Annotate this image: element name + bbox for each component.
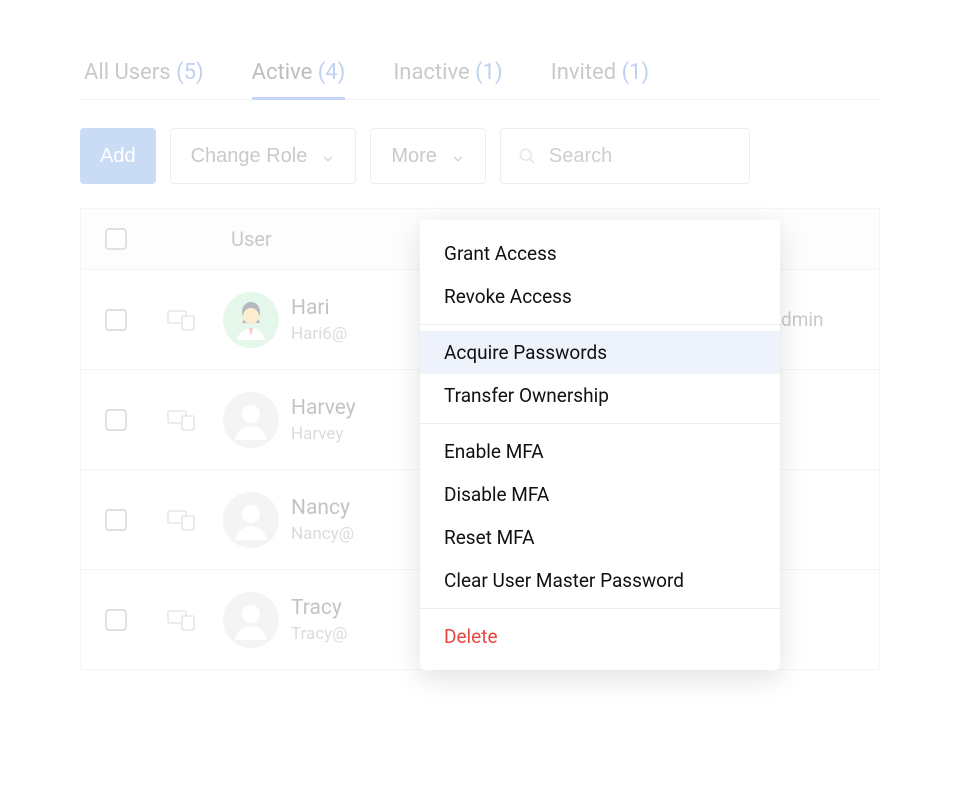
menu-separator [420, 324, 780, 325]
menu-revoke-access[interactable]: Revoke Access [420, 275, 780, 318]
user-filter-tabs: All Users (5) Active (4) Inactive (1) In… [80, 50, 880, 100]
devices-icon [151, 408, 211, 432]
devices-icon [151, 608, 211, 632]
tab-active[interactable]: Active (4) [252, 50, 346, 99]
menu-grant-access[interactable]: Grant Access [420, 232, 780, 275]
add-button[interactable]: Add [80, 128, 156, 184]
change-role-label: Change Role [191, 145, 308, 168]
tab-count: (4) [318, 60, 346, 85]
row-checkbox[interactable] [105, 609, 127, 631]
tab-label: All Users [84, 60, 171, 85]
toolbar: Add Change Role More [80, 128, 880, 184]
menu-separator [420, 608, 780, 609]
more-button[interactable]: More [370, 128, 486, 184]
menu-separator [420, 423, 780, 424]
menu-enable-mfa[interactable]: Enable MFA [420, 430, 780, 473]
devices-icon [151, 508, 211, 532]
tab-label: Invited [551, 60, 616, 85]
search-icon [517, 146, 537, 166]
tab-count: (1) [475, 60, 503, 85]
tab-label: Active [252, 60, 313, 85]
avatar [223, 392, 279, 448]
chevron-down-icon [321, 149, 335, 163]
tab-count: (1) [622, 60, 650, 85]
avatar [223, 592, 279, 648]
select-all-checkbox[interactable] [105, 228, 127, 250]
search-input[interactable] [549, 145, 719, 168]
chevron-down-icon [451, 149, 465, 163]
devices-icon [151, 308, 211, 332]
more-menu: Grant Access Revoke Access Acquire Passw… [420, 220, 780, 670]
menu-clear-master-password[interactable]: Clear User Master Password [420, 559, 780, 602]
row-checkbox[interactable] [105, 309, 127, 331]
menu-disable-mfa[interactable]: Disable MFA [420, 473, 780, 516]
tab-count: (5) [176, 60, 204, 85]
row-checkbox[interactable] [105, 409, 127, 431]
avatar [223, 292, 279, 348]
search-field[interactable] [500, 128, 750, 184]
tab-inactive[interactable]: Inactive (1) [393, 50, 502, 99]
avatar [223, 492, 279, 548]
tab-all-users[interactable]: All Users (5) [84, 50, 204, 99]
more-label: More [391, 145, 437, 168]
menu-transfer-ownership[interactable]: Transfer Ownership [420, 374, 780, 417]
row-checkbox[interactable] [105, 509, 127, 531]
menu-acquire-passwords[interactable]: Acquire Passwords [420, 331, 780, 374]
menu-reset-mfa[interactable]: Reset MFA [420, 516, 780, 559]
change-role-button[interactable]: Change Role [170, 128, 357, 184]
fade-overlay [0, 669, 960, 809]
tab-label: Inactive [393, 60, 469, 85]
tab-invited[interactable]: Invited (1) [551, 50, 649, 99]
menu-delete[interactable]: Delete [420, 615, 780, 658]
